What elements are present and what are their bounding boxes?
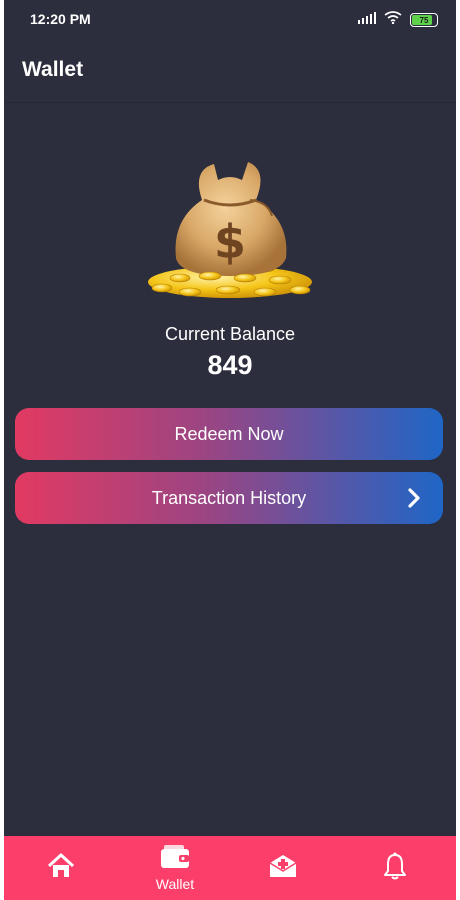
svg-text:$: $ bbox=[214, 215, 246, 269]
bottom-nav: Wallet bbox=[4, 836, 456, 900]
redeem-button-label: Redeem Now bbox=[174, 423, 284, 444]
wifi-icon bbox=[384, 11, 402, 29]
wallet-icon bbox=[160, 844, 190, 874]
mail-icon bbox=[268, 853, 298, 884]
chevron-right-icon bbox=[403, 486, 425, 510]
balance-value: 849 bbox=[207, 350, 253, 380]
bell-icon bbox=[382, 852, 408, 885]
balance-label: Current Balance bbox=[164, 324, 296, 344]
nav-item-mail[interactable] bbox=[243, 836, 323, 900]
transaction-history-label: Transaction History bbox=[151, 487, 307, 508]
nav-item-home[interactable] bbox=[21, 836, 101, 900]
signal-icon bbox=[358, 11, 376, 29]
status-icons: 75 bbox=[358, 11, 438, 29]
status-bar: 12:20 PM 75 bbox=[4, 0, 456, 40]
wallet-screen: 12:20 PM 75 Wallet $ Current Balance 849… bbox=[4, 0, 456, 900]
moneybag-icon: $ bbox=[140, 150, 320, 310]
nav-item-wallet-label: Wallet bbox=[155, 875, 195, 892]
redeem-button[interactable]: Redeem Now bbox=[15, 408, 443, 460]
status-time: 12:20 PM bbox=[30, 11, 91, 27]
nav-item-notifications[interactable] bbox=[355, 836, 435, 900]
app-bar: Wallet bbox=[4, 40, 456, 103]
home-icon bbox=[47, 853, 75, 884]
battery-icon: 75 bbox=[410, 13, 438, 27]
nav-item-wallet[interactable]: Wallet bbox=[135, 836, 215, 900]
transaction-history-button[interactable]: Transaction History bbox=[15, 472, 443, 524]
page-title: Wallet bbox=[22, 58, 84, 81]
battery-level: 75 bbox=[419, 15, 429, 25]
